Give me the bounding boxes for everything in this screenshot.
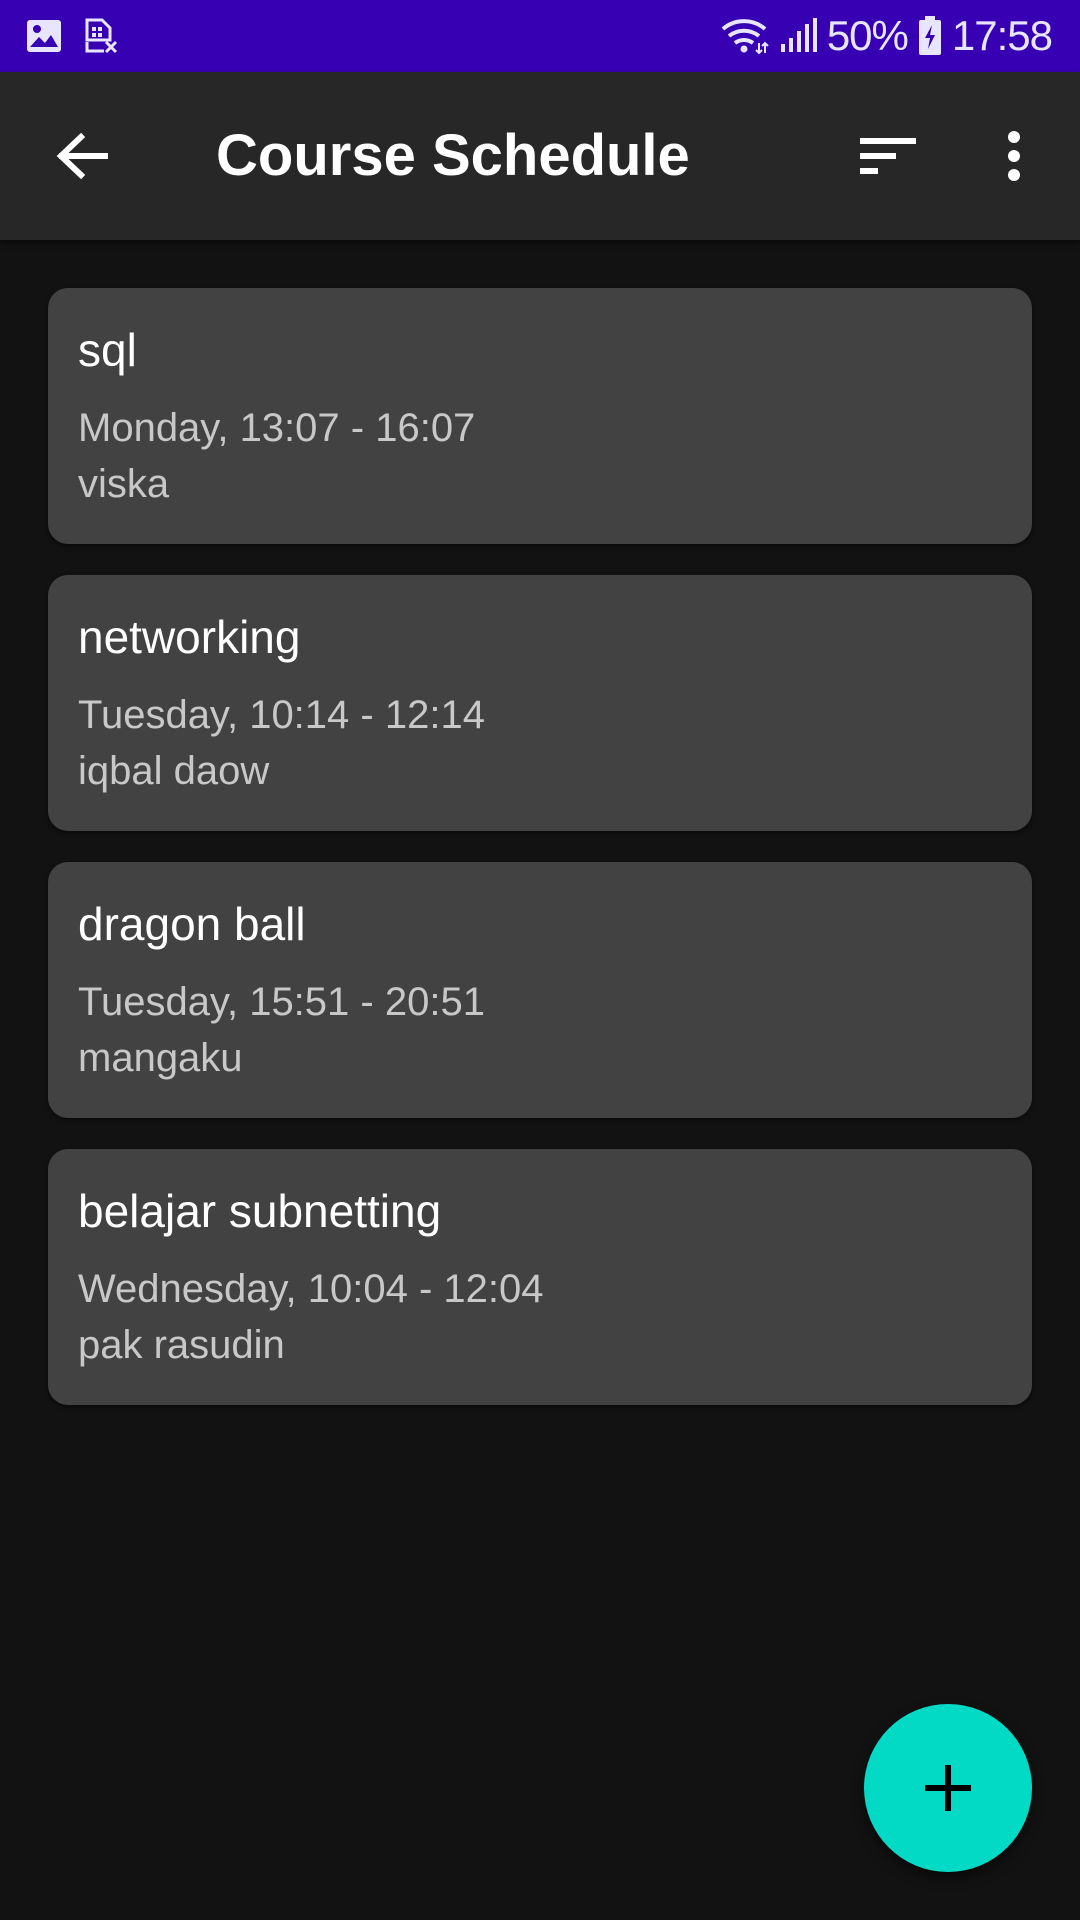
status-bar-left <box>26 18 140 54</box>
app-bar: Course Schedule <box>0 72 1080 240</box>
course-time: Monday, 13:07 - 16:07 <box>78 406 476 450</box>
arrow-back-icon <box>56 133 108 179</box>
course-card[interactable]: networking Tuesday, 10:14 - 12:14 iqbal … <box>48 575 1032 831</box>
course-time: Wednesday, 10:04 - 12:04 <box>78 1267 544 1311</box>
course-lecturer: viska <box>78 462 170 506</box>
battery-percentage: 50% <box>826 12 909 59</box>
course-name: sql <box>78 324 137 376</box>
course-name: networking <box>78 611 301 663</box>
course-lecturer: pak rasudin <box>78 1323 285 1367</box>
course-card[interactable]: sql Monday, 13:07 - 16:07 viska <box>48 288 1032 544</box>
wifi-icon <box>721 19 769 55</box>
gallery-icon <box>27 20 61 52</box>
add-course-button[interactable] <box>864 1704 1032 1872</box>
page-title: Course Schedule <box>216 123 690 188</box>
status-time: 17:58 <box>951 12 1053 59</box>
status-bar-right: 50% 17:58 <box>711 12 1053 60</box>
course-lecturer: iqbal daow <box>78 749 270 793</box>
status-bar: 50% 17:58 <box>0 0 1080 72</box>
sort-icon <box>860 138 916 174</box>
more-vert-icon <box>1008 131 1020 181</box>
course-list: sql Monday, 13:07 - 16:07 viska networki… <box>48 288 1032 1436</box>
sort-button[interactable] <box>850 118 926 194</box>
back-button[interactable] <box>44 118 120 194</box>
course-time: Tuesday, 15:51 - 20:51 <box>78 980 485 1024</box>
course-name: belajar subnetting <box>78 1185 442 1237</box>
course-card[interactable]: belajar subnetting Wednesday, 10:04 - 12… <box>48 1149 1032 1405</box>
signal-icon <box>780 18 817 52</box>
more-options-button[interactable] <box>976 118 1052 194</box>
sim-card-off-icon <box>85 18 118 54</box>
course-time: Tuesday, 10:14 - 12:14 <box>78 693 485 737</box>
course-card[interactable]: dragon ball Tuesday, 15:51 - 20:51 manga… <box>48 862 1032 1118</box>
course-name: dragon ball <box>78 898 306 950</box>
add-icon <box>925 1765 971 1811</box>
course-lecturer: mangaku <box>78 1036 243 1080</box>
battery-charging-icon <box>918 16 941 55</box>
